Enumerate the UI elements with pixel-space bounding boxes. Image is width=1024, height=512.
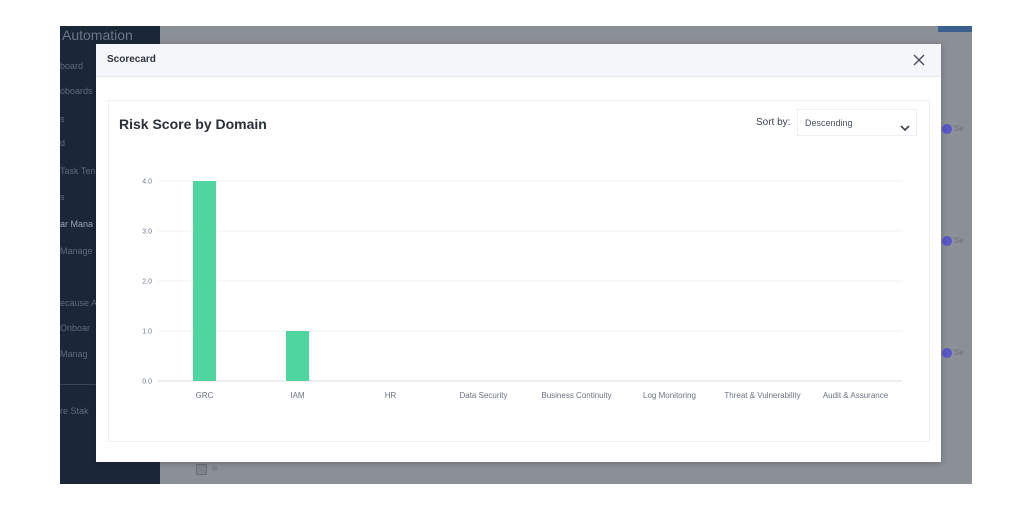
x-category-label: HR [385,391,397,400]
row-checkbox[interactable] [196,464,207,475]
sidebar-nav-item[interactable]: ar Mana [60,219,93,229]
chart-title: Risk Score by Domain [119,116,267,132]
bar-iam[interactable] [286,331,309,381]
sort-value: Descending [805,118,853,128]
sidebar-nav-item[interactable]: Manage [60,246,93,256]
scorecard-modal: Scorecard Risk Score by Domain Sort by: … [96,44,941,462]
sidebar-nav-item[interactable]: s [60,192,65,202]
bottom-fragment: le [212,464,219,473]
sidebar-nav-item[interactable]: ecause A [60,298,97,308]
x-category-label: GRC [196,391,214,400]
x-category-label: Threat & Vulnerability [724,391,800,400]
bar-grc[interactable] [193,181,216,381]
chart-card: Risk Score by Domain Sort by: Descending… [108,100,930,442]
close-icon[interactable] [911,52,927,68]
risk-score-bar-chart: 0.0 1.0 2.0 3.0 4.0 GRC IAM HR Data Security Busi… [142,179,902,400]
sidebar-nav-item[interactable]: d [60,138,65,148]
modal-title: Scorecard [107,54,156,65]
y-tick-label: 1.0 [142,329,152,336]
app-title: Automation [62,27,133,43]
x-category-label: Audit & Assurance [823,391,889,400]
modal-header: Scorecard [96,44,941,77]
sort-label: Sort by: [756,117,791,128]
sidebar-nav-item[interactable]: re Stak [60,406,89,416]
x-category-label: IAM [290,391,305,400]
sidebar-nav-item[interactable]: oboards [60,86,93,96]
right-fragment: Se [954,348,964,357]
y-tick-label: 0.0 [142,379,152,386]
y-tick-label: 3.0 [142,229,152,236]
sidebar-nav-item[interactable]: Manag [60,349,88,359]
right-fragment: Se [954,124,964,133]
x-category-label: Data Security [459,391,507,400]
sidebar-nav-item[interactable]: Onboar [60,323,90,333]
x-category-label: Log Monitoring [643,391,696,400]
sidebar-nav-item[interactable]: board [60,61,83,71]
chevron-down-icon [900,119,910,132]
sort-select[interactable]: Descending [797,109,917,136]
y-tick-label: 4.0 [142,179,152,186]
user-dot-icon [942,236,952,246]
x-category-label: Business Continuity [541,391,611,400]
sidebar-nav-item[interactable]: s [60,114,65,124]
app-top-button[interactable] [938,26,972,32]
user-dot-icon [942,348,952,358]
user-dot-icon [942,124,952,134]
right-fragment: Se [954,236,964,245]
y-tick-label: 2.0 [142,279,152,286]
sidebar-nav-item[interactable]: Task Ten [60,166,95,176]
